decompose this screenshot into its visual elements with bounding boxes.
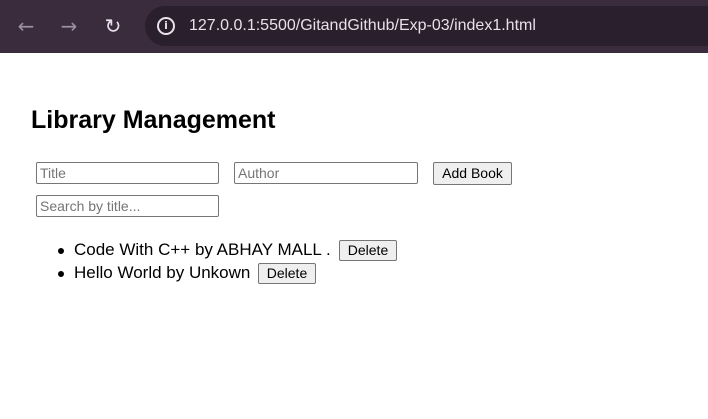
info-icon[interactable]: i [157, 17, 175, 35]
url-text[interactable]: 127.0.0.1:5500/GitandGithub/Exp-03/index… [189, 16, 536, 36]
add-book-button[interactable]: Add Book [433, 162, 512, 185]
forward-button[interactable]: → [57, 14, 81, 38]
page-title: Library Management [31, 106, 276, 134]
book-title: Code With C++ by ABHAY MALL . [74, 240, 331, 259]
author-input[interactable] [234, 162, 418, 184]
title-input[interactable] [36, 162, 219, 184]
back-button[interactable]: ← [14, 14, 38, 38]
arrow-left-icon: ← [17, 14, 35, 38]
delete-button[interactable]: Delete [258, 263, 316, 284]
bullet-icon [58, 271, 64, 277]
arrow-right-icon: → [60, 14, 78, 38]
browser-toolbar: ← → ↻ i 127.0.0.1:5500/GitandGithub/Exp-… [0, 0, 708, 53]
page-content: Library Management Add Book Code With C+… [0, 53, 708, 419]
book-title: Hello World by Unkown [74, 263, 251, 282]
reload-icon: ↻ [104, 14, 122, 38]
search-input[interactable] [36, 195, 219, 217]
delete-button[interactable]: Delete [339, 240, 397, 261]
bullet-icon [58, 248, 64, 254]
reload-button[interactable]: ↻ [101, 14, 125, 38]
address-bar[interactable]: i 127.0.0.1:5500/GitandGithub/Exp-03/ind… [145, 6, 708, 46]
